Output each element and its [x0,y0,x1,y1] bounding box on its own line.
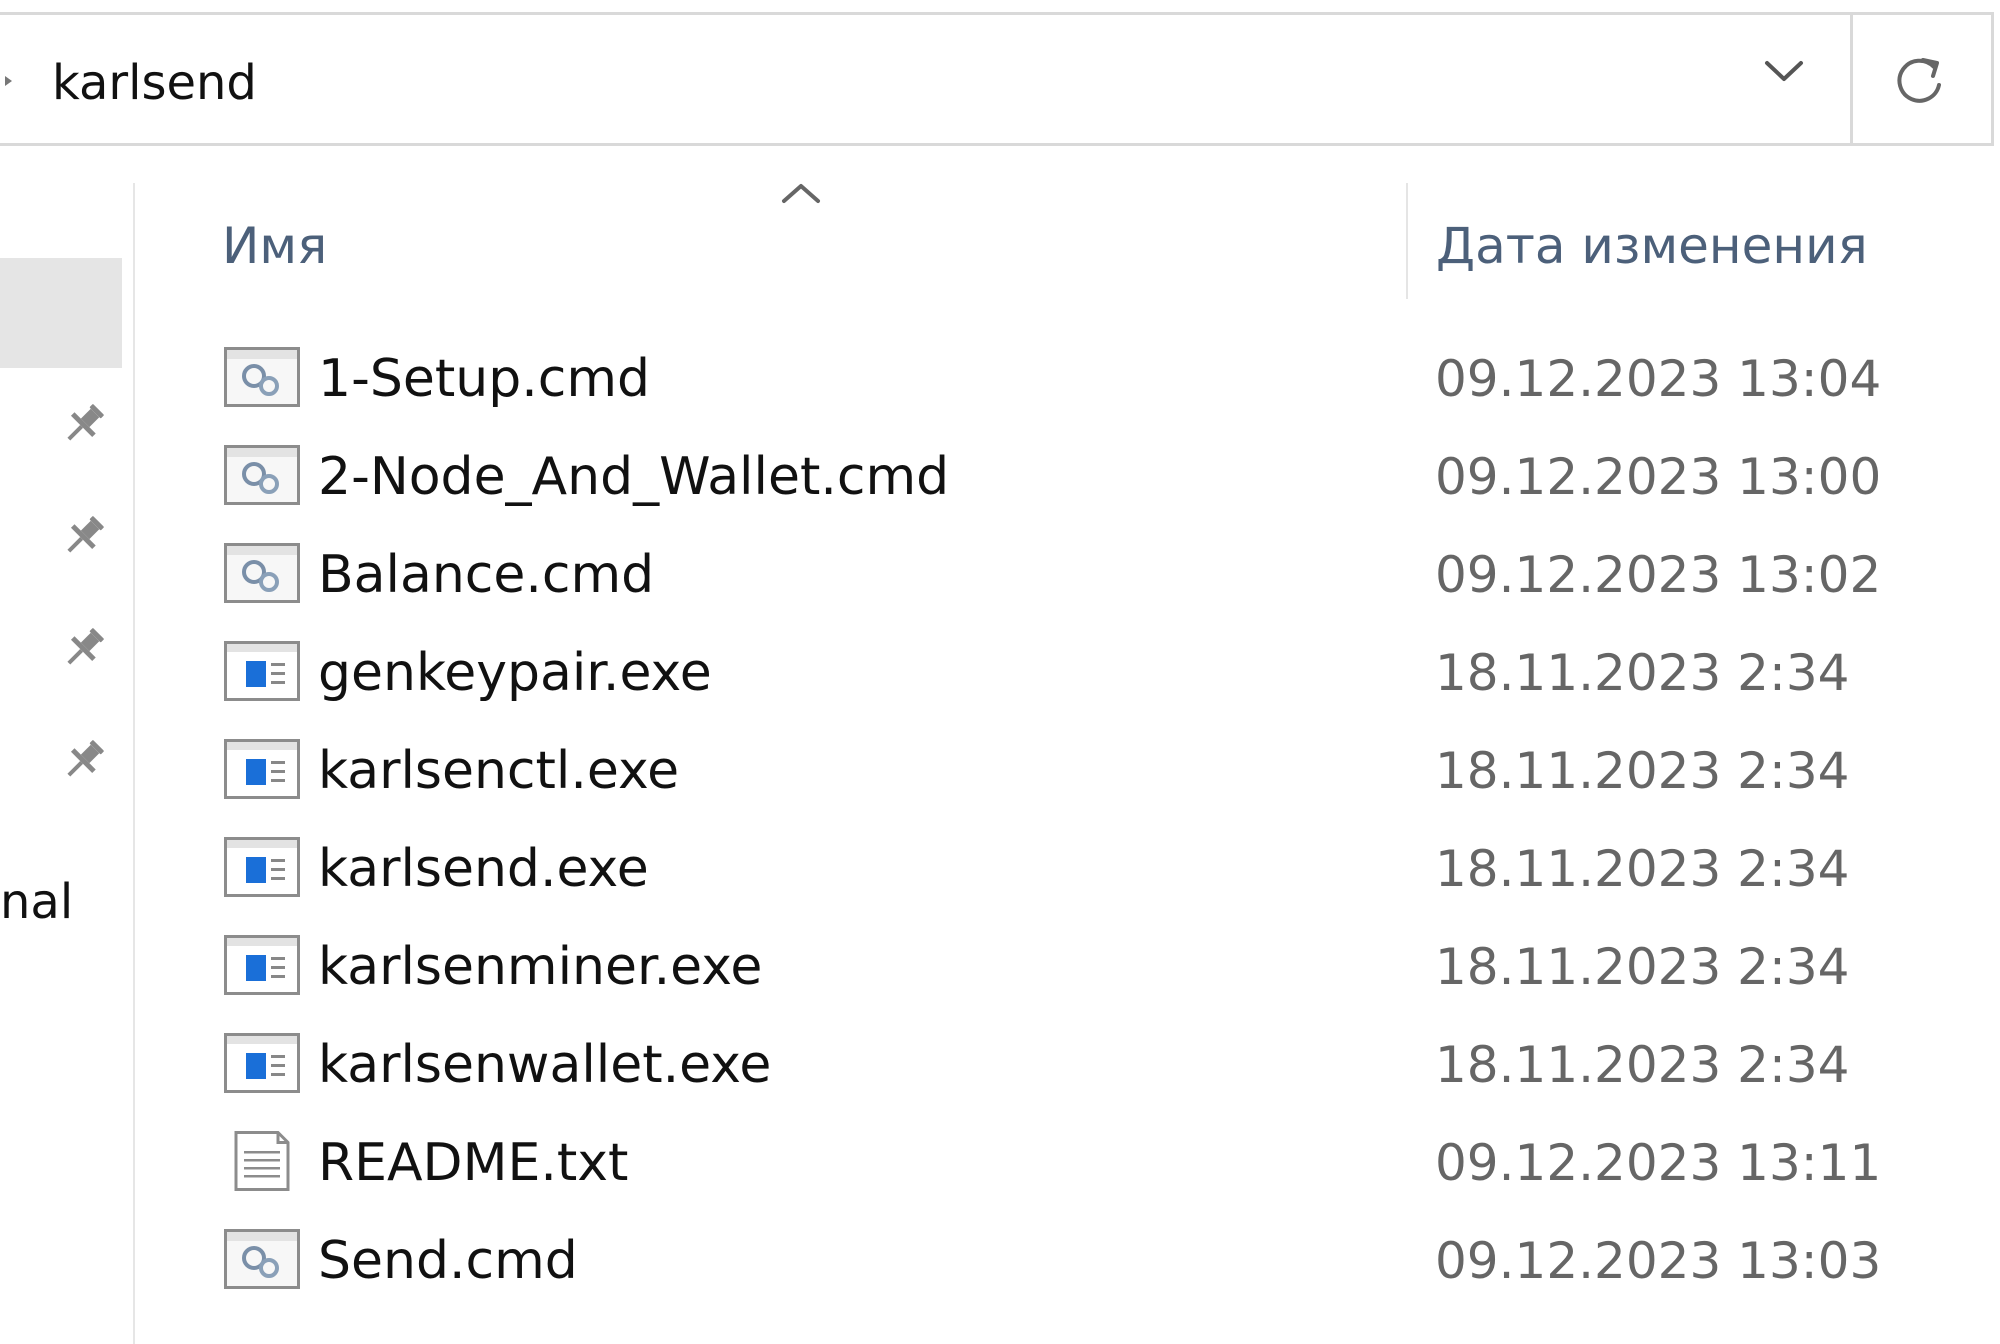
exe-file-icon [224,641,300,701]
file-date-modified: 09.12.2023 13:04 [1435,350,1882,408]
file-date-modified: 18.11.2023 2:34 [1435,1036,1850,1094]
pin-icon[interactable] [58,736,108,786]
exe-file-icon [224,739,300,799]
file-row[interactable]: karlsend.exe 18.11.2023 2:34 [135,820,2000,918]
column-header-name-label: Имя [222,217,328,275]
exe-file-icon [224,1033,300,1093]
file-row[interactable]: 2-Node_And_Wallet.cmd 09.12.2023 13:00 [135,428,2000,526]
column-header-name[interactable]: Имя [135,180,1405,298]
file-name: karlsend.exe [318,839,649,899]
file-row[interactable]: karlsenctl.exe 18.11.2023 2:34 [135,722,2000,820]
navigation-pane[interactable]: nal [0,146,133,1344]
refresh-button[interactable] [1853,18,1991,143]
file-date-modified: 09.12.2023 13:00 [1435,448,1882,506]
exe-file-icon [224,837,300,897]
text-file-icon [224,1131,300,1191]
file-list: 1-Setup.cmd 09.12.2023 13:04 2-Node_And_… [135,330,2000,1310]
exe-file-icon [224,935,300,995]
breadcrumb-folder-karlsend[interactable]: karlsend [52,55,257,111]
nav-item-label[interactable]: nal [0,874,73,930]
file-date-modified: 18.11.2023 2:34 [1435,742,1850,800]
file-date-modified: 09.12.2023 13:03 [1435,1232,1882,1290]
file-row[interactable]: 1-Setup.cmd 09.12.2023 13:04 [135,330,2000,428]
file-name: genkeypair.exe [318,643,712,703]
file-name: 2-Node_And_Wallet.cmd [318,447,950,507]
pin-icon[interactable] [58,624,108,674]
cmd-file-icon [224,445,300,505]
file-date-modified: 18.11.2023 2:34 [1435,840,1850,898]
pin-icon[interactable] [58,512,108,562]
column-header-date-modified[interactable]: Дата изменения [1408,180,2000,298]
file-row[interactable]: karlsenminer.exe 18.11.2023 2:34 [135,918,2000,1016]
chevron-down-icon [1765,61,1803,81]
file-date-modified: 09.12.2023 13:11 [1435,1134,1882,1192]
file-row[interactable]: karlsenwallet.exe 18.11.2023 2:34 [135,1016,2000,1114]
address-bar[interactable]: karlsend [0,12,1994,146]
file-date-modified: 09.12.2023 13:02 [1435,546,1882,604]
file-row[interactable]: genkeypair.exe 18.11.2023 2:34 [135,624,2000,722]
file-name: karlsenwallet.exe [318,1035,772,1095]
file-name: 1-Setup.cmd [318,349,650,409]
file-row[interactable]: README.txt 09.12.2023 13:11 [135,1114,2000,1212]
breadcrumb-chevron-right-icon[interactable] [5,72,14,90]
column-header-date-label: Дата изменения [1436,217,1868,275]
address-history-dropdown-button[interactable] [1735,18,1850,143]
file-name: Send.cmd [318,1231,578,1291]
file-date-modified: 18.11.2023 2:34 [1435,938,1850,996]
cmd-file-icon [224,347,300,407]
cmd-file-icon [224,1229,300,1289]
file-row[interactable]: Balance.cmd 09.12.2023 13:02 [135,526,2000,624]
file-name: karlsenctl.exe [318,741,680,801]
sort-ascending-icon [782,184,820,203]
cmd-file-icon [224,543,300,603]
file-row[interactable]: Send.cmd 09.12.2023 13:03 [135,1212,2000,1310]
file-name: karlsenminer.exe [318,937,763,997]
file-name: Balance.cmd [318,545,655,605]
refresh-icon [1897,58,1941,103]
file-name: README.txt [318,1133,629,1193]
nav-item-selected[interactable] [0,258,122,368]
file-date-modified: 18.11.2023 2:34 [1435,644,1850,702]
pin-icon[interactable] [58,400,108,450]
